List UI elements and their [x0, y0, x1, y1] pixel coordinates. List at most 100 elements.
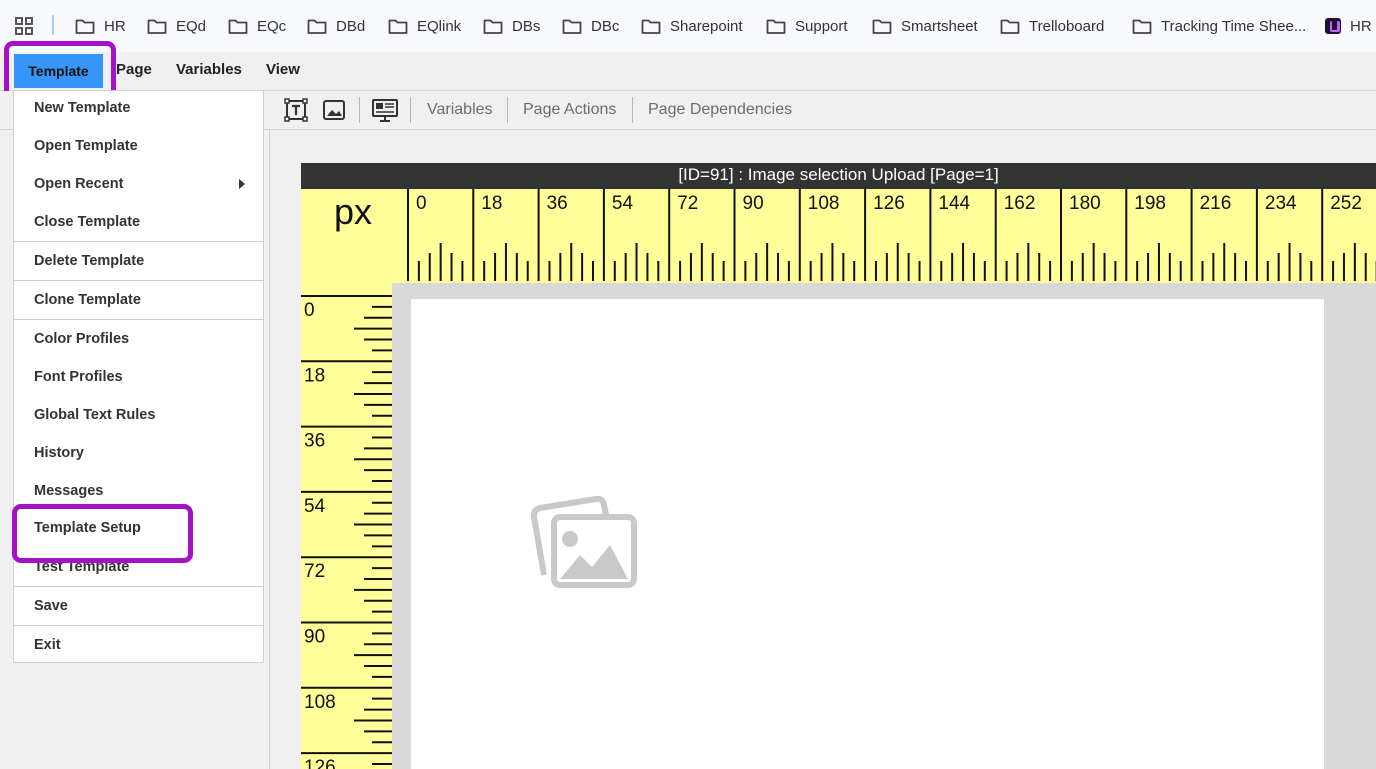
folder-icon: [483, 19, 503, 34]
text-box-icon[interactable]: [284, 98, 308, 122]
menu-item-save[interactable]: Save: [14, 589, 263, 627]
ruler-tick-label: 54: [612, 193, 634, 214]
menu-item-test-template[interactable]: Test Template: [14, 550, 263, 588]
bookmark-label: HR: [104, 17, 126, 35]
bookmark-label: Tracking Time Shee...: [1161, 17, 1307, 35]
preview-screen-icon[interactable]: [371, 98, 399, 124]
menu-item-new-template[interactable]: New Template: [14, 91, 263, 129]
bookmark-label: DBs: [512, 17, 541, 35]
bookmark-label: Smartsheet: [901, 17, 978, 35]
ruler-tick-label: 72: [304, 561, 325, 582]
menu-item-color-profiles[interactable]: Color Profiles: [14, 322, 263, 360]
ruler-tick-label: 90: [743, 193, 764, 214]
ruler-tick-label: 0: [304, 300, 315, 321]
ruler-left-scale: 0 18 36 54 72 90 108 126: [301, 295, 392, 769]
ruler-tick-label: 144: [938, 193, 970, 214]
image-placeholder-icon[interactable]: [530, 495, 638, 591]
bookmark-label: DBd: [336, 17, 366, 35]
bookmark-support[interactable]: Support: [766, 0, 848, 52]
bookmark-label: Sharepoint: [670, 17, 743, 35]
toolbar-page-actions[interactable]: Page Actions: [523, 91, 616, 129]
bookmarks-bar: HR EQd EQc DBd EQlink DBs DBc Sharepoint…: [0, 0, 1376, 53]
ruler-top-scale: 0 18 36 54 72 90 108 126 144 162 180 198 216 234 252: [407, 189, 1376, 281]
ruler-tick-label: 234: [1265, 193, 1297, 214]
menu-page[interactable]: Page: [116, 52, 152, 90]
bookmarks-divider: [52, 15, 54, 35]
bookmark-label: HR S: [1350, 17, 1376, 35]
folder-icon: [75, 19, 95, 34]
bookmark-hr[interactable]: HR: [75, 0, 126, 52]
ruler-tick-label: 126: [304, 757, 336, 769]
ruler-tick-label: 36: [547, 193, 568, 214]
menu-item-close-template[interactable]: Close Template: [14, 205, 263, 243]
bookmark-hr-app[interactable]: HR S: [1325, 0, 1376, 52]
apps-grid-icon[interactable]: [15, 17, 33, 35]
bookmark-dbs[interactable]: DBs: [483, 0, 540, 52]
menu-divider: [14, 241, 263, 242]
menu-item-clone-template[interactable]: Clone Template: [14, 283, 263, 321]
bookmark-trelloboard[interactable]: Trelloboard: [1000, 0, 1104, 52]
ruler-tick-label: 216: [1200, 193, 1232, 214]
folder-icon: [228, 19, 248, 34]
menu-item-delete-template[interactable]: Delete Template: [14, 244, 263, 282]
menu-item-font-profiles[interactable]: Font Profiles: [14, 360, 263, 398]
bookmark-label: EQc: [257, 17, 287, 35]
folder-icon: [766, 19, 786, 34]
ruler-tick-label: 108: [304, 692, 336, 713]
menu-variables[interactable]: Variables: [176, 52, 242, 90]
template-dropdown-menu: New Template Open Template Open Recent C…: [13, 90, 264, 663]
folder-icon: [307, 19, 327, 34]
ruler-tick-label: 162: [1004, 193, 1036, 214]
menu-view[interactable]: View: [266, 52, 300, 90]
ruler-tick-label: 126: [873, 193, 905, 214]
bookmark-label: EQlink: [417, 17, 462, 35]
menu-item-open-recent[interactable]: Open Recent: [14, 167, 263, 205]
ruler-tick-label: 18: [304, 365, 325, 386]
menu-template[interactable]: Template: [14, 54, 103, 88]
menu-item-global-text-rules[interactable]: Global Text Rules: [14, 398, 263, 436]
bookmark-label: Support: [795, 17, 848, 35]
bookmark-label: EQd: [176, 17, 207, 35]
toolbar-variables[interactable]: Variables: [427, 91, 493, 129]
bookmark-dbd[interactable]: DBd: [307, 0, 365, 52]
ruler-tick-label: 0: [416, 193, 427, 214]
ruler-tick-label: 108: [808, 193, 840, 214]
bookmark-eqlink[interactable]: EQlink: [388, 0, 461, 52]
menu-divider: [14, 625, 263, 626]
bookmark-sharepoint[interactable]: Sharepoint: [641, 0, 743, 52]
menu-divider: [14, 586, 263, 587]
menu-item-label: Open Recent: [34, 176, 124, 192]
folder-icon: [1000, 19, 1020, 34]
toolbar-separator: [632, 97, 633, 123]
bookmark-dbc[interactable]: DBc: [562, 0, 619, 52]
ruler-tick-label: 252: [1330, 193, 1362, 214]
folder-icon: [147, 19, 167, 34]
menu-item-exit[interactable]: Exit: [14, 628, 263, 666]
submenu-arrow-icon: [239, 179, 245, 189]
ruler-tick-label: 36: [304, 431, 325, 452]
image-icon[interactable]: [322, 98, 346, 122]
bookmark-tracking-time-sheet[interactable]: Tracking Time Shee...: [1132, 0, 1306, 52]
bookmark-smartsheet[interactable]: Smartsheet: [872, 0, 978, 52]
toolbar-page-dependencies[interactable]: Page Dependencies: [648, 91, 792, 129]
menu-item-messages[interactable]: Messages: [14, 474, 263, 512]
folder-icon: [872, 19, 892, 34]
bookmark-label: DBc: [591, 17, 620, 35]
folder-icon: [562, 19, 582, 34]
folder-icon: [388, 19, 408, 34]
ruler-tick-label: 54: [304, 496, 326, 517]
menu-item-template-setup-highlighted[interactable]: Template Setup: [14, 511, 263, 549]
ruler-tick-label: 90: [304, 627, 325, 648]
menu-bar: Template Page Variables View: [0, 52, 1376, 91]
bookmark-eqd[interactable]: EQd: [147, 0, 206, 52]
ruler-tick-label: 72: [677, 193, 698, 214]
menu-item-history[interactable]: History: [14, 436, 263, 474]
ruler-top: 0 18 36 54 72 90 108 126 144 162 180 198 216 234 252: [301, 189, 1376, 283]
ruler-unit-label: px: [334, 191, 373, 232]
ruler-left: 0 18 36 54 72 90 108 126: [301, 283, 392, 769]
toolbar-separator: [507, 97, 508, 123]
bookmark-label: Trelloboard: [1029, 17, 1105, 35]
panel-divider: [269, 130, 270, 769]
menu-item-open-template[interactable]: Open Template: [14, 129, 263, 167]
bookmark-eqc[interactable]: EQc: [228, 0, 286, 52]
